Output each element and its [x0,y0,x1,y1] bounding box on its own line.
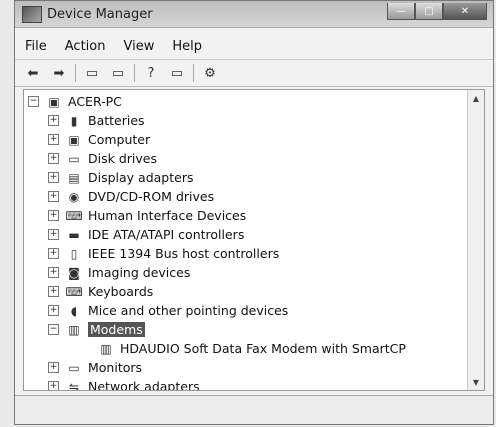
tree-item-label: Keyboards [88,284,154,299]
tree-item-batteries[interactable]: + ▮ Batteries [48,111,145,130]
ieee1394-icon: ▯ [70,246,78,261]
toolbar-separator [193,64,194,82]
toolbar-separator [75,64,76,82]
expand-icon[interactable]: + [48,210,59,221]
tree-item-keyboards[interactable]: + ⌨ Keyboards [48,282,153,301]
computer-icon: ▣ [68,132,80,147]
tree-root-label: ACER-PC [68,94,122,109]
device-manager-app-icon [22,6,42,23]
tree-item-label: Modems [88,322,145,337]
display-adapter-icon: ▤ [68,170,80,185]
expand-icon[interactable]: + [48,286,59,297]
computer-icon: ▣ [48,94,60,109]
disk-drive-icon: ▭ [68,151,80,166]
tree-item-label: IEEE 1394 Bus host controllers [88,246,280,261]
expand-icon[interactable]: + [48,191,59,202]
network-adapter-icon: ⇋ [68,379,80,391]
menu-action[interactable]: Action [65,39,106,54]
close-button[interactable]: ✕ [443,3,487,20]
tree-item-dvd-drives[interactable]: + ◉ DVD/CD-ROM drives [48,187,214,206]
tree-item-imaging-devices[interactable]: + ◙ Imaging devices [48,263,190,282]
ide-controller-icon: ▬ [68,227,80,242]
maximize-button[interactable]: □ [415,3,443,20]
tree-item-human-interface-devices[interactable]: + ⌨ Human Interface Devices [48,206,246,225]
battery-icon: ▮ [70,113,78,128]
tree-item-label: Display adapters [88,170,194,185]
tree-item-label: IDE ATA/ATAPI controllers [88,227,245,242]
expand-icon[interactable]: + [48,115,59,126]
hid-icon: ⌨ [65,208,83,223]
toolbar-separator [134,64,135,82]
expand-icon[interactable]: + [48,229,59,240]
mouse-icon: ◖ [70,303,78,318]
window-title: Device Manager [47,7,153,22]
modem-device-icon: ▥ [100,341,112,356]
tree-item-mice[interactable]: + ◖ Mice and other pointing devices [48,301,288,320]
tree-item-label: Human Interface Devices [88,208,247,223]
expand-icon[interactable]: + [48,305,59,316]
expand-icon[interactable]: + [48,134,59,145]
tree-item-network-adapters[interactable]: + ⇋ Network adapters [48,377,200,391]
window-controls: — □ ✕ [387,3,487,20]
scroll-down-arrow-icon[interactable]: ▼ [468,374,484,390]
tree-item-label: Disk drives [88,151,157,166]
camera-icon: ◙ [68,265,80,280]
tree-item-display-adapters[interactable]: + ▤ Display adapters [48,168,193,187]
expand-icon[interactable]: + [48,381,59,390]
minimize-button[interactable]: — [387,3,415,20]
show-hide-console-icon[interactable]: ▭ [108,64,128,82]
tree-root[interactable]: − ▣ ACER-PC [28,92,122,111]
tree-item-label: Batteries [88,113,145,128]
menu-help[interactable]: Help [172,39,202,54]
monitor-icon: ▭ [68,360,80,375]
title-bar[interactable]: Device Manager — □ ✕ [15,1,493,28]
back-arrow-icon[interactable]: ⬅ [23,64,43,82]
tree-item-label: Monitors [88,360,143,375]
menu-view[interactable]: View [123,39,154,54]
tree-item-label: HDAUDIO Soft Data Fax Modem with SmartCP [120,341,406,356]
keyboard-icon: ⌨ [65,284,83,299]
tree-item-hdaudio-modem[interactable]: ▥ HDAUDIO Soft Data Fax Modem with Smart… [98,339,406,358]
expand-icon[interactable]: + [48,172,59,183]
collapse-icon[interactable]: − [48,324,59,335]
tree-item-label: Mice and other pointing devices [88,303,289,318]
dvd-drive-icon: ◉ [68,189,80,204]
tree-item-disk-drives[interactable]: + ▭ Disk drives [48,149,157,168]
tree-item-label: Imaging devices [88,265,191,280]
modem-icon: ▥ [68,322,80,337]
tree-item-ieee1394[interactable]: + ▯ IEEE 1394 Bus host controllers [48,244,279,263]
scroll-up-arrow-icon[interactable]: ▲ [468,90,484,106]
menu-bar: File Action View Help [15,35,493,57]
status-bar [15,395,493,424]
toolbar: ⬅ ➡ ▭ ▭ ? ▭ ⚙ [15,59,493,87]
properties-icon[interactable]: ▭ [82,64,102,82]
forward-arrow-icon[interactable]: ➡ [49,64,69,82]
vertical-scrollbar[interactable]: ▲ ▼ [467,90,484,390]
tree-item-label: Network adapters [88,379,200,391]
help-icon[interactable]: ? [141,64,161,82]
expand-icon[interactable]: + [48,153,59,164]
tree-item-monitors[interactable]: + ▭ Monitors [48,358,142,377]
expand-icon[interactable]: + [48,362,59,373]
tree-item-label: DVD/CD-ROM drives [88,189,215,204]
tree-item-computer[interactable]: + ▣ Computer [48,130,150,149]
expand-icon[interactable]: + [48,248,59,259]
update-driver-icon[interactable]: ▭ [167,64,187,82]
tree-item-modems[interactable]: − ▥ Modems [48,320,145,339]
scan-hardware-icon[interactable]: ⚙ [200,64,220,82]
tree-item-label: Computer [88,132,151,147]
device-tree[interactable]: − ▣ ACER-PC + ▮ Batteries + ▣ Computer +… [23,89,485,391]
device-manager-window: Device Manager — □ ✕ File Action View He… [14,0,494,425]
tree-item-ide-controllers[interactable]: + ▬ IDE ATA/ATAPI controllers [48,225,244,244]
collapse-icon[interactable]: − [28,96,39,107]
menu-file[interactable]: File [25,39,47,54]
expand-icon[interactable]: + [48,267,59,278]
